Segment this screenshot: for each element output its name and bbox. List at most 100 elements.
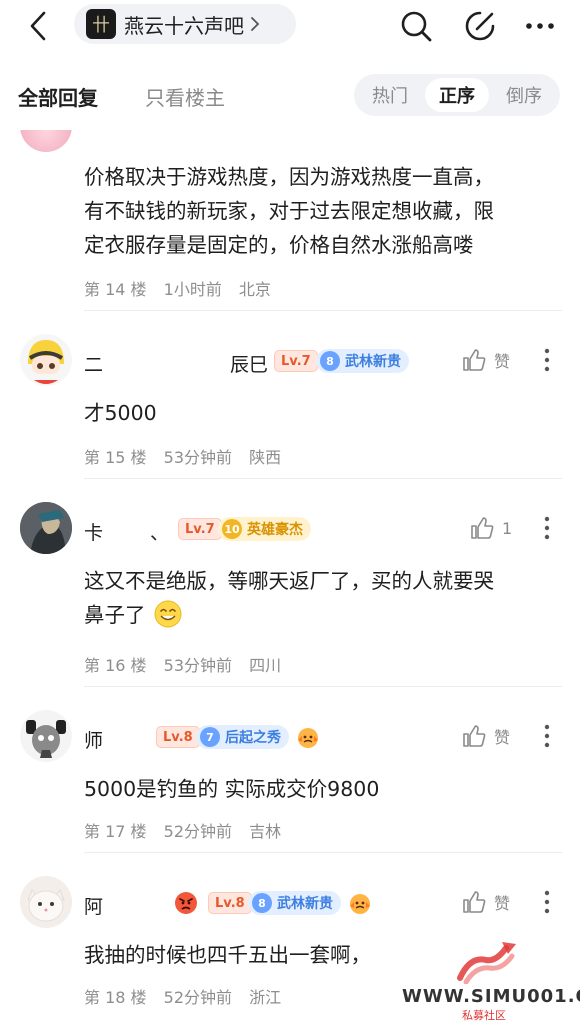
sort-ascending[interactable]: 正序	[425, 78, 489, 112]
divider	[84, 686, 562, 687]
like-count: 赞	[494, 894, 511, 913]
rank-badge: 8 武林新贵	[248, 891, 341, 915]
forum-entry[interactable]: 卄 燕云十六声吧	[74, 4, 296, 44]
struggle-emoji-icon	[350, 894, 370, 914]
watermark-text: WWW.SIMU001.CN	[402, 986, 580, 1007]
post-location: 陕西	[249, 448, 282, 467]
reply-body-line: 有不缺钱的新玩家，对于过去限定想收藏，限	[84, 199, 494, 223]
search-icon	[401, 11, 432, 42]
thumbs-up-icon	[463, 891, 486, 913]
reply-more-button[interactable]	[537, 888, 557, 916]
divider	[84, 852, 562, 853]
username[interactable]: 二	[84, 350, 103, 377]
search-button[interactable]	[398, 8, 434, 44]
reply-meta: 第 16 楼 53分钟前 四川	[84, 652, 293, 676]
like-button[interactable]: 1	[470, 516, 512, 540]
avatar[interactable]	[20, 502, 72, 554]
avatar[interactable]	[20, 334, 72, 386]
reply-body-line: 这又不是绝版，等哪天返厂了，买的人就要哭	[84, 569, 494, 593]
avatar[interactable]	[20, 130, 72, 152]
tab-owner-only[interactable]: 只看楼主	[145, 82, 225, 111]
rank-badge-number: 10	[222, 519, 242, 539]
sort-descending[interactable]: 倒序	[492, 78, 556, 112]
level-tag: Lv.8	[156, 726, 200, 748]
like-count: 1	[502, 518, 513, 538]
divider	[84, 478, 562, 479]
reply-body-line: 价格取决于游戏热度，因为游戏热度一直高，	[84, 165, 494, 189]
rank-badge-label: 武林新贵	[277, 896, 333, 912]
floor-number: 第 17 楼	[84, 822, 147, 841]
level-tag: Lv.7	[274, 350, 318, 372]
floor-number: 第 18 楼	[84, 988, 147, 1007]
angry-emoji-icon	[175, 892, 197, 914]
chevron-right-icon	[251, 17, 260, 31]
username[interactable]: 阿	[84, 892, 103, 919]
divider	[84, 310, 562, 311]
more-button[interactable]	[522, 8, 558, 44]
post-time: 53分钟前	[163, 656, 233, 675]
avatar-image	[20, 876, 72, 928]
more-vertical-icon	[544, 348, 550, 372]
reply-body-line: 鼻子了	[84, 603, 146, 627]
more-vertical-icon	[544, 724, 550, 748]
reply-more-button[interactable]	[537, 722, 557, 750]
forum-logo: 卄	[86, 9, 116, 39]
username[interactable]: 师	[84, 726, 103, 753]
rank-badge: 8 武林新贵	[316, 349, 409, 373]
username-tail[interactable]: 辰巳	[230, 350, 268, 377]
reply-meta: 第 15 楼 53分钟前 陕西	[84, 444, 293, 468]
reply-body: 价格取决于游戏热度，因为游戏热度一直高， 有不缺钱的新玩家，对于过去限定想收藏，…	[84, 160, 560, 262]
rank-badge: 10 英雄豪杰	[218, 517, 311, 541]
reply-filter-bar: 全部回复 只看楼主 热门 正序 倒序	[0, 56, 580, 130]
edit-icon	[465, 11, 495, 41]
more-icon	[526, 23, 554, 29]
post-location: 浙江	[249, 988, 282, 1007]
reply-more-button[interactable]	[537, 514, 557, 542]
avatar-image	[20, 502, 72, 554]
post-time: 1小时前	[163, 280, 222, 299]
reply-more-button[interactable]	[537, 346, 557, 374]
edit-button[interactable]	[462, 8, 498, 44]
like-button[interactable]: 赞	[462, 724, 510, 748]
back-icon	[30, 11, 46, 41]
rank-badge: 7 后起之秀	[196, 725, 289, 749]
rank-badge-label: 英雄豪杰	[247, 522, 303, 538]
avatar-image	[20, 710, 72, 762]
username-tail[interactable]: 、	[150, 518, 169, 545]
back-button[interactable]	[18, 6, 58, 46]
rank-badge-number: 7	[200, 727, 220, 747]
reply-meta: 第 18 楼 52分钟前 浙江	[84, 984, 293, 1008]
like-count: 赞	[494, 728, 511, 747]
reply-list: 价格取决于游戏热度，因为游戏热度一直高， 有不缺钱的新玩家，对于过去限定想收藏，…	[0, 130, 580, 1026]
rank-badge-label: 武林新贵	[345, 354, 401, 370]
reply-body: 这又不是绝版，等哪天返厂了，买的人就要哭 鼻子了	[84, 564, 560, 632]
like-button[interactable]: 赞	[462, 348, 510, 372]
watermark-subtext: 私募社区	[462, 1009, 506, 1022]
reply-meta: 第 14 楼 1小时前 北京	[84, 276, 283, 300]
sort-segmented-control: 热门 正序 倒序	[354, 74, 560, 116]
thumbs-up-icon	[463, 725, 486, 747]
tab-all-replies[interactable]: 全部回复	[18, 82, 98, 111]
reply-body-line: 定衣服存量是固定的，价格自然水涨船高喽	[84, 233, 474, 257]
like-button[interactable]: 赞	[462, 890, 510, 914]
reply-meta: 第 17 楼 52分钟前 吉林	[84, 818, 293, 842]
reply-body: 才5000	[84, 401, 157, 425]
more-vertical-icon	[544, 890, 550, 914]
like-count: 赞	[494, 352, 511, 371]
forum-name: 燕云十六声吧	[124, 13, 244, 38]
struggle-emoji-icon	[298, 728, 318, 748]
rank-badge-label: 后起之秀	[225, 730, 281, 746]
level-tag: Lv.8	[208, 892, 252, 914]
avatar[interactable]	[20, 876, 72, 928]
rank-badge-number: 8	[320, 351, 340, 371]
smile-emoji-icon	[154, 600, 182, 628]
username[interactable]: 卡	[84, 518, 103, 545]
post-time: 53分钟前	[163, 448, 233, 467]
avatar[interactable]	[20, 710, 72, 762]
avatar-image	[20, 334, 72, 386]
sort-hot[interactable]: 热门	[358, 78, 422, 112]
floor-number: 第 15 楼	[84, 448, 147, 467]
more-vertical-icon	[544, 516, 550, 540]
reply-body: 5000是钓鱼的 实际成交价9800	[84, 777, 380, 801]
thumbs-up-icon	[463, 349, 486, 371]
